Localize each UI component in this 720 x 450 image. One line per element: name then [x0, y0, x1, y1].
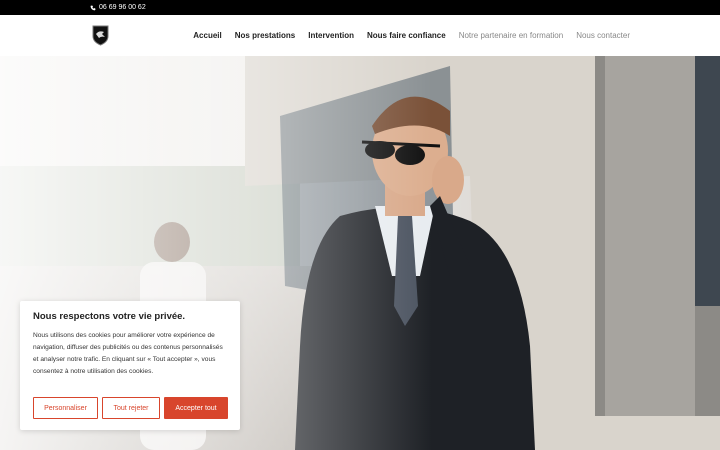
customize-button[interactable]: Personnaliser [33, 397, 98, 419]
cookie-title: Nous respectons votre vie privée. [33, 311, 186, 322]
accept-all-button[interactable]: Accepter tout [164, 397, 228, 419]
cookie-buttons: Personnaliser Tout rejeter Accepter tout [33, 397, 228, 419]
nav-item-intervention[interactable]: Intervention [308, 31, 354, 40]
nav-item-partenaire[interactable]: Notre partenaire en formation [459, 31, 564, 40]
main-nav: Accueil Nos prestations Intervention Nou… [193, 15, 630, 56]
top-bar: 06 69 96 00 62 [0, 0, 720, 15]
cookie-text: Nous utilisons des cookies pour améliore… [33, 332, 223, 375]
phone-icon [90, 5, 96, 10]
phone-number: 06 69 96 00 62 [99, 4, 146, 11]
nav-item-prestations[interactable]: Nos prestations [235, 31, 295, 40]
cookie-banner: Nous respectons votre vie privée. Nous u… [20, 301, 240, 430]
nav-item-contact[interactable]: Nous contacter [576, 31, 630, 40]
phone-contact[interactable]: 06 69 96 00 62 [90, 0, 146, 15]
nav-item-confiance[interactable]: Nous faire confiance [367, 31, 446, 40]
shield-logo-icon[interactable] [92, 24, 109, 46]
nav-item-accueil[interactable]: Accueil [193, 31, 221, 40]
reject-all-button[interactable]: Tout rejeter [102, 397, 160, 419]
site-header: Accueil Nos prestations Intervention Nou… [0, 15, 720, 57]
